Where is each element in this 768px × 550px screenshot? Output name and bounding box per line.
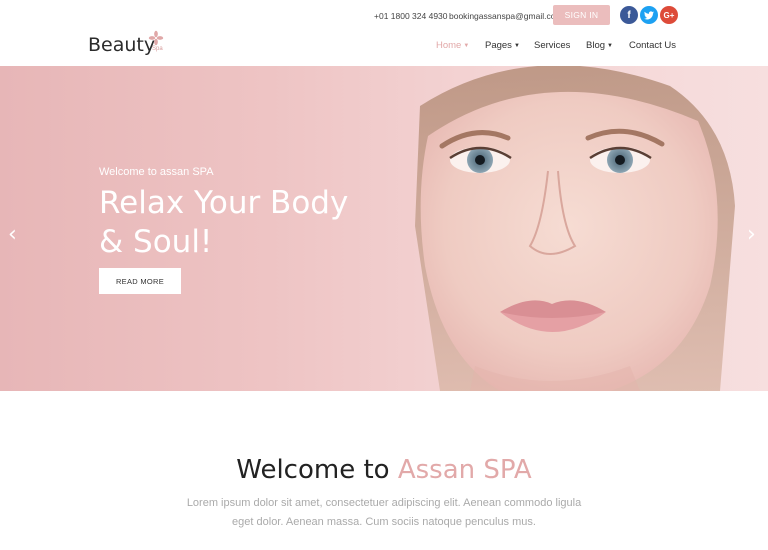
chevron-left-icon[interactable]: ‹ (8, 222, 17, 247)
hero-slider: Welcome to assan SPA Relax Your Body & S… (0, 66, 768, 391)
nav-services[interactable]: Services (534, 40, 570, 51)
hero-title-line-2: & Soul! (99, 224, 213, 260)
welcome-paragraph: Lorem ipsum dolor sit amet, consectetuer… (186, 497, 582, 528)
nav-pages-label: Pages (485, 40, 512, 51)
nav-blog[interactable]: Blog ▼ (586, 40, 613, 51)
facebook-icon[interactable]: f (620, 6, 638, 24)
chevron-down-icon: ▼ (607, 43, 613, 49)
welcome-heading-accent: Assan SPA (397, 455, 532, 485)
nav-pages[interactable]: Pages ▼ (485, 40, 520, 51)
hero-image (415, 66, 735, 391)
flower-icon (148, 30, 164, 46)
brand-logo[interactable]: Beauty (88, 34, 155, 56)
hero-title-line-1: Relax Your Body (99, 185, 349, 221)
sign-in-button[interactable]: SIGN IN (553, 5, 610, 25)
google-plus-icon[interactable]: G+ (660, 6, 678, 24)
chevron-down-icon: ▼ (513, 43, 520, 49)
welcome-heading: Welcome to Assan SPA (0, 455, 768, 485)
read-more-button[interactable]: READ MORE (99, 268, 181, 294)
brand-subtitle: Spa (152, 46, 163, 52)
top-bar: +01 1800 324 4930 bookingassanspa@gmail.… (0, 0, 768, 32)
chevron-right-icon[interactable]: › (747, 222, 756, 247)
phone-number: +01 1800 324 4930 (374, 11, 448, 21)
nav-home-label: Home (436, 40, 462, 51)
welcome-heading-plain: Welcome to (236, 455, 398, 485)
hero-kicker: Welcome to assan SPA (99, 166, 214, 178)
nav-blog-label: Blog (586, 40, 606, 51)
main-navbar: Beauty Spa Home ▼ Pages ▼ Services Blog ▼ C… (0, 30, 768, 66)
hero-title: Relax Your Body & Soul! (99, 184, 348, 262)
chevron-down-icon: ▼ (463, 43, 470, 49)
nav-home[interactable]: Home ▼ (436, 40, 469, 51)
nav-contact[interactable]: Contact Us (629, 40, 676, 51)
twitter-icon[interactable] (640, 6, 658, 24)
email-link[interactable]: bookingassanspa@gmail.com (449, 11, 563, 21)
